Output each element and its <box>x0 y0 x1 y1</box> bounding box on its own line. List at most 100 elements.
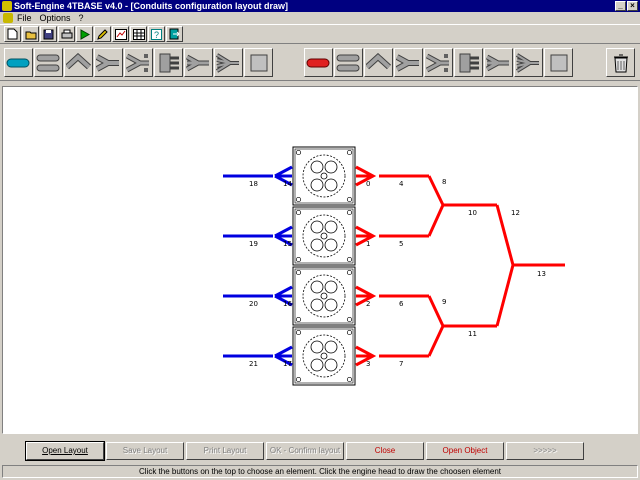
confirm-layout-button[interactable]: OK - Confirm layout <box>266 442 344 460</box>
open-folder-icon <box>25 31 36 39</box>
exhaust-straight-pipe-button[interactable] <box>304 48 333 77</box>
head-exhaust-port-label: 3 <box>366 360 370 368</box>
chart-icon <box>114 28 127 40</box>
exhaust-collector-12[interactable] <box>495 204 519 327</box>
exhaust-multi-junction-button[interactable] <box>424 48 453 77</box>
double-pipe-icon <box>336 54 360 71</box>
intake-label: 18 <box>249 180 258 188</box>
collector-icon <box>216 52 239 73</box>
y-junction-icon <box>396 53 419 72</box>
intake-label: 20 <box>249 300 258 308</box>
status-bar: Click the buttons on the top to choose a… <box>2 465 638 478</box>
next-button[interactable]: >>>>> <box>506 442 584 460</box>
close-form-button[interactable]: Close <box>346 442 424 460</box>
open-layout-button[interactable]: Open Layout <box>25 441 105 461</box>
engine-head-cylinder-2[interactable] <box>292 206 356 266</box>
merge-icon <box>486 54 509 71</box>
exhaust-merge-button[interactable] <box>484 48 513 77</box>
intake-blank-button[interactable] <box>244 48 273 77</box>
exhaust-blank-button[interactable] <box>544 48 573 77</box>
head-intake-port-label: 14 <box>283 180 292 188</box>
engine-head-cylinder-4[interactable] <box>292 326 356 386</box>
svg-text:?: ? <box>154 30 159 40</box>
exhaust-collector-button[interactable] <box>514 48 543 77</box>
bend-pipe-icon <box>366 52 391 69</box>
intake-y-junction-button[interactable] <box>94 48 123 77</box>
head-exhaust-port-label: 0 <box>366 180 370 188</box>
double-pipe-icon <box>36 54 60 71</box>
junction-label: 8 <box>442 178 446 186</box>
merge-icon <box>186 54 209 71</box>
run-icon <box>80 28 90 40</box>
intake-straight-pipe-button[interactable] <box>4 48 33 77</box>
intake-label: 21 <box>249 360 258 368</box>
conduit-toolbar <box>0 45 640 81</box>
trash-icon <box>613 54 628 72</box>
head-intake-port-label: 15 <box>283 240 292 248</box>
title-bar: Soft-Engine 4TBASE v4.0 - [Conduits conf… <box>0 0 640 12</box>
minimize-button[interactable]: _ <box>615 1 626 11</box>
menu-file[interactable]: File <box>17 13 32 23</box>
help-button[interactable]: ? <box>148 26 165 42</box>
secondary-pipe-label: 10 <box>468 209 477 217</box>
layout-canvas[interactable]: 18 19 20 21 14 15 16 17 0 1 2 3 4 5 6 7 … <box>2 86 638 434</box>
exit-icon <box>169 28 180 40</box>
intake-bend-pipe-button[interactable] <box>64 48 93 77</box>
exhaust-bend-pipe-button[interactable] <box>364 48 393 77</box>
y-junction-icon <box>96 53 119 72</box>
edit-button[interactable] <box>94 26 111 42</box>
table-button[interactable] <box>130 26 147 42</box>
save-button[interactable] <box>40 26 57 42</box>
run-button[interactable] <box>76 26 93 42</box>
new-file-button[interactable] <box>4 26 21 42</box>
primary-pipe-label: 6 <box>399 300 404 308</box>
primary-pipe-label: 4 <box>399 180 404 188</box>
edit-pencil-icon <box>97 28 108 40</box>
menu-help[interactable]: ? <box>79 13 84 23</box>
menu-options[interactable]: Options <box>40 13 71 23</box>
bend-pipe-icon <box>66 52 91 69</box>
print-icon <box>61 29 72 38</box>
delete-element-button[interactable] <box>606 48 635 77</box>
intake-merge-button[interactable] <box>184 48 213 77</box>
exhaust-plenum-button[interactable] <box>454 48 483 77</box>
engine-head-cylinder-1[interactable] <box>292 146 356 206</box>
junction-label: 9 <box>442 298 446 306</box>
new-file-icon <box>7 28 18 40</box>
engine-head-cylinder-3[interactable] <box>292 266 356 326</box>
app-icon[interactable] <box>2 1 12 11</box>
intake-label: 19 <box>249 240 258 248</box>
head-exhaust-port-label: 1 <box>366 240 370 248</box>
blank-icon <box>250 54 267 71</box>
conduit-layout-diagram[interactable]: 18 19 20 21 14 15 16 17 0 1 2 3 4 5 6 7 … <box>3 87 637 433</box>
straight-pipe-icon <box>6 58 30 67</box>
head-intake-port-label: 17 <box>283 360 292 368</box>
primary-pipe-label: 5 <box>399 240 403 248</box>
plenum-icon <box>159 53 179 72</box>
print-layout-button[interactable]: Print Layout <box>186 442 264 460</box>
exhaust-double-pipe-button[interactable] <box>334 48 363 77</box>
collector-icon <box>516 52 539 73</box>
plenum-icon <box>459 53 479 72</box>
close-button[interactable]: × <box>627 1 638 11</box>
document-icon[interactable] <box>3 13 13 23</box>
collector-label: 12 <box>511 209 520 217</box>
print-button[interactable] <box>58 26 75 42</box>
head-exhaust-port-label: 2 <box>366 300 370 308</box>
intake-collector-button[interactable] <box>214 48 243 77</box>
secondary-pipe-label: 11 <box>468 330 477 338</box>
intake-double-pipe-button[interactable] <box>34 48 63 77</box>
exhaust-y-junction-button[interactable] <box>394 48 423 77</box>
straight-pipe-icon <box>306 58 330 67</box>
multi-junction-icon <box>426 53 449 72</box>
primary-pipe-label: 7 <box>399 360 403 368</box>
intake-multi-junction-button[interactable] <box>124 48 153 77</box>
open-button[interactable] <box>22 26 39 42</box>
exit-button[interactable] <box>166 26 183 42</box>
save-layout-button[interactable]: Save Layout <box>106 442 184 460</box>
intake-plenum-button[interactable] <box>154 48 183 77</box>
chart-button[interactable] <box>112 26 129 42</box>
blank-icon <box>550 54 567 71</box>
open-object-button[interactable]: Open Object <box>426 442 504 460</box>
save-icon <box>43 29 54 39</box>
